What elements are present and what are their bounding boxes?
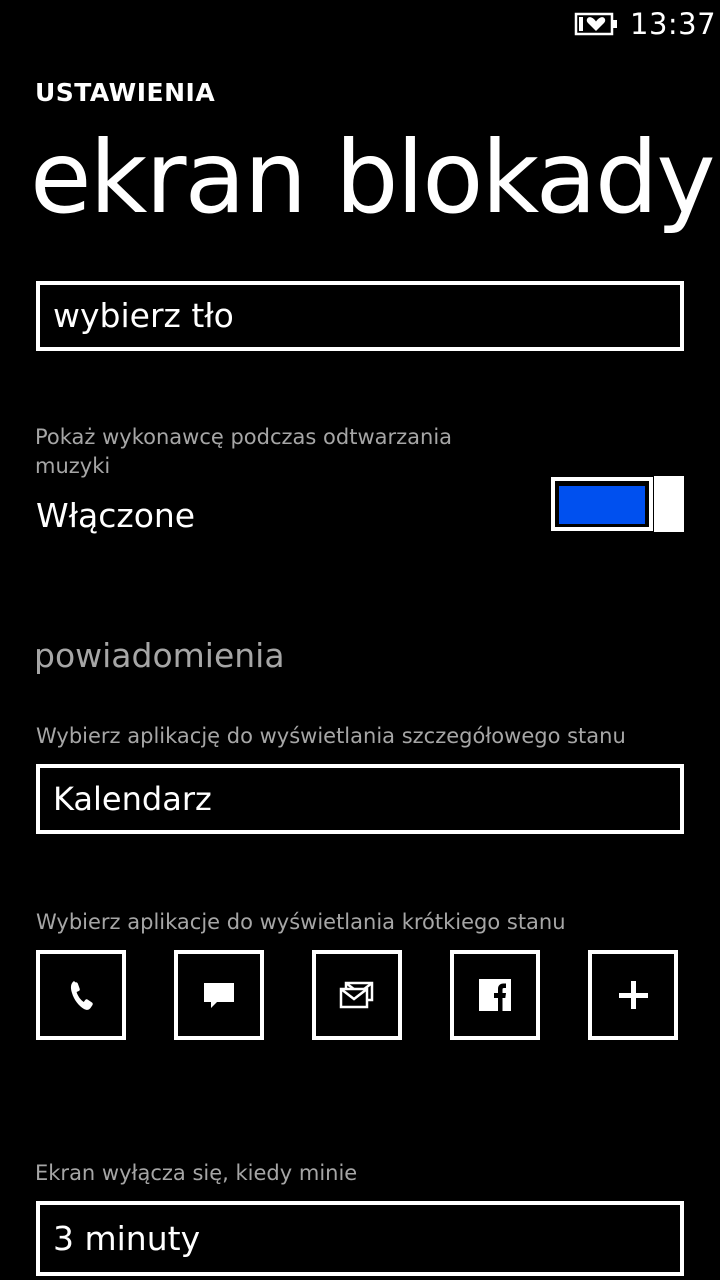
choose-background-button[interactable]: wybierz tło bbox=[36, 281, 684, 351]
show-artist-caption: Pokaż wykonawcę podczas odtwarzania muzy… bbox=[35, 425, 453, 478]
detailed-status-caption: Wybierz aplikację do wyświetlania szczeg… bbox=[36, 724, 626, 748]
status-time: 13:37 bbox=[630, 7, 717, 41]
message-icon bbox=[204, 983, 234, 1008]
facebook-icon bbox=[479, 979, 511, 1011]
app-title: USTAWIENIA bbox=[35, 78, 216, 107]
show-artist-toggle-value: Włączone bbox=[36, 496, 196, 535]
email-icon bbox=[339, 981, 374, 1009]
quick-status-slot-email[interactable] bbox=[312, 950, 402, 1040]
notifications-section-title: powiadomienia bbox=[34, 636, 285, 675]
page-title: ekran blokady bbox=[30, 119, 716, 236]
plus-icon bbox=[619, 981, 648, 1009]
show-artist-toggle[interactable] bbox=[551, 476, 684, 532]
status-bar: 13:37 bbox=[0, 0, 720, 48]
toggle-thumb[interactable] bbox=[654, 476, 684, 532]
toggle-track bbox=[551, 477, 653, 531]
battery-saver-heart-icon bbox=[574, 12, 617, 36]
quick-status-slot-messaging[interactable] bbox=[174, 950, 264, 1040]
quick-status-caption: Wybierz aplikacje do wyświetlania krótki… bbox=[36, 910, 566, 934]
quick-status-slot-facebook[interactable] bbox=[450, 950, 540, 1040]
detailed-status-app-picker[interactable]: Kalendarz bbox=[36, 764, 684, 834]
screen-timeout-picker[interactable]: 3 minuty bbox=[36, 1201, 684, 1276]
phone-icon bbox=[70, 981, 93, 1010]
quick-status-slot-phone[interactable] bbox=[36, 950, 126, 1040]
screen-timeout-caption: Ekran wyłącza się, kiedy minie bbox=[35, 1161, 358, 1185]
quick-status-add-slot[interactable] bbox=[588, 950, 678, 1040]
toggle-fill bbox=[559, 486, 645, 524]
